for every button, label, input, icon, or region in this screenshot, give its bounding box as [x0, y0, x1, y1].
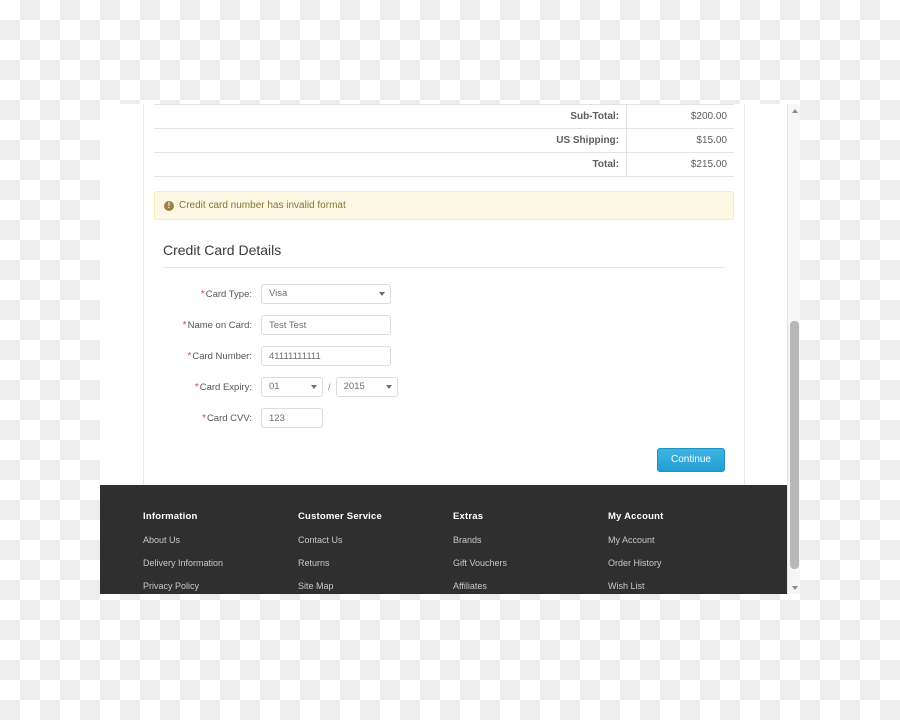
name-on-card-control — [261, 315, 391, 335]
card-number-control — [261, 346, 391, 366]
error-alert-message: Credit card number has invalid format — [179, 200, 346, 211]
footer-link-list: About Us Delivery Information Privacy Po… — [143, 530, 298, 594]
footer-link[interactable]: Wish List — [608, 581, 645, 591]
card-cvv-label: *Card CVV: — [202, 412, 252, 424]
list-item: Gift Vouchers — [453, 553, 608, 571]
name-on-card-label: *Name on Card: — [182, 319, 252, 331]
card-number-input[interactable] — [261, 346, 391, 366]
required-marker: * — [182, 319, 187, 331]
card-type-label: *Card Type: — [200, 288, 252, 300]
list-item: Brands — [453, 530, 608, 548]
footer-link[interactable]: Gift Vouchers — [453, 558, 507, 568]
order-totals-table: Sub-Total: $200.00 US Shipping: $15.00 T… — [154, 104, 734, 177]
footer-link-list: Contact Us Returns Site Map — [298, 530, 453, 594]
continue-button[interactable]: Continue — [656, 448, 725, 472]
chevron-up-icon — [791, 108, 798, 113]
list-item: Affiliates — [453, 576, 608, 594]
scrollbar-thumb[interactable] — [790, 321, 799, 569]
error-alert: ! Credit card number has invalid format — [154, 191, 734, 220]
required-marker: * — [187, 350, 192, 362]
required-marker: * — [202, 412, 206, 424]
card-expiry-month-value: 01 — [261, 377, 323, 397]
form-actions: Continue — [154, 448, 734, 472]
total-label: Sub-Total: — [154, 104, 627, 129]
footer-column-title: Extras — [453, 511, 484, 522]
card-expiry-month-select[interactable]: 01 — [261, 377, 323, 397]
footer-link[interactable]: Site Map — [298, 581, 334, 591]
list-item: Returns — [298, 553, 453, 571]
card-expiry-year-select[interactable]: 2015 — [335, 377, 398, 397]
page-title: Credit Card Details — [163, 242, 725, 268]
card-type-value: Visa — [261, 284, 391, 304]
form-row-name-on-card: *Name on Card: — [154, 315, 734, 335]
card-cvv-input[interactable] — [261, 408, 323, 428]
checkout-content-panel: Sub-Total: $200.00 US Shipping: $15.00 T… — [143, 104, 745, 489]
footer-column-customer-service: Customer Service Contact Us Returns Site… — [298, 511, 453, 594]
footer-link[interactable]: Brands — [453, 535, 482, 545]
credit-card-form: *Card Type: Visa *Name on Card: Test Tes… — [154, 284, 734, 428]
scrollbar-down-button[interactable] — [788, 581, 801, 594]
footer-link[interactable]: About Us — [143, 535, 180, 545]
table-row: US Shipping: $15.00 — [154, 128, 734, 153]
chevron-down-icon — [791, 585, 798, 590]
total-label: US Shipping: — [154, 128, 627, 153]
footer-link[interactable]: Affiliates — [453, 581, 487, 591]
card-cvv-control — [261, 408, 323, 428]
footer-link-list: My Account Order History Wish List Newsl… — [608, 530, 763, 594]
card-number-label: *Card Number: — [187, 350, 252, 362]
total-label: Total: — [154, 152, 627, 177]
list-item: My Account — [608, 530, 763, 548]
list-item: Wish List — [608, 576, 763, 594]
card-expiry-control: 01 / 2015 — [261, 377, 398, 397]
card-type-control: Visa — [261, 284, 391, 304]
required-marker: * — [194, 381, 199, 393]
footer-column-title: Information — [143, 511, 198, 522]
footer-link[interactable]: Privacy Policy — [143, 581, 199, 591]
footer-link[interactable]: Delivery Information — [143, 558, 223, 568]
footer-column-information: Information About Us Delivery Informatio… — [143, 511, 298, 594]
total-value: $200.00 — [626, 104, 734, 129]
table-row: Total: $215.00 — [154, 152, 734, 177]
footer-link[interactable]: My Account — [608, 535, 655, 545]
scrollbar-up-button[interactable] — [788, 104, 801, 117]
list-item: Order History — [608, 553, 763, 571]
footer-column-title: Customer Service — [298, 511, 382, 522]
footer-link[interactable]: Contact Us — [298, 535, 343, 545]
form-row-card-type: *Card Type: Visa — [154, 284, 734, 304]
list-item: Site Map — [298, 576, 453, 594]
list-item: Contact Us — [298, 530, 453, 548]
required-marker: * — [200, 288, 205, 300]
list-item: Delivery Information — [143, 553, 298, 571]
total-value: $15.00 — [626, 128, 734, 153]
list-item: About Us — [143, 530, 298, 548]
footer-link-list: Brands Gift Vouchers Affiliates Specials — [453, 530, 608, 594]
site-footer: Information About Us Delivery Informatio… — [100, 485, 787, 594]
browser-page: Sub-Total: $200.00 US Shipping: $15.00 T… — [100, 104, 787, 594]
name-on-card-input[interactable] — [261, 315, 391, 335]
vertical-scrollbar[interactable] — [787, 104, 800, 594]
form-row-card-expiry: *Card Expiry: 01 / 2015 — [154, 377, 734, 397]
footer-column-extras: Extras Brands Gift Vouchers Affiliates S… — [453, 511, 608, 594]
table-row: Sub-Total: $200.00 — [154, 104, 734, 129]
card-type-select[interactable]: Visa — [261, 284, 391, 304]
footer-link[interactable]: Order History — [608, 558, 662, 568]
card-expiry-year-value: 2015 — [335, 377, 398, 397]
footer-link[interactable]: Returns — [298, 558, 330, 568]
list-item: Privacy Policy — [143, 576, 298, 594]
expiry-separator: / — [328, 381, 331, 393]
total-value: $215.00 — [626, 152, 734, 177]
form-row-card-number: *Card Number: — [154, 346, 734, 366]
form-row-card-cvv: *Card CVV: — [154, 408, 734, 428]
exclamation-circle-icon: ! — [164, 200, 174, 211]
footer-column-my-account: My Account My Account Order History Wish… — [608, 511, 763, 594]
card-expiry-label: *Card Expiry: — [194, 381, 252, 393]
footer-column-title: My Account — [608, 511, 664, 522]
